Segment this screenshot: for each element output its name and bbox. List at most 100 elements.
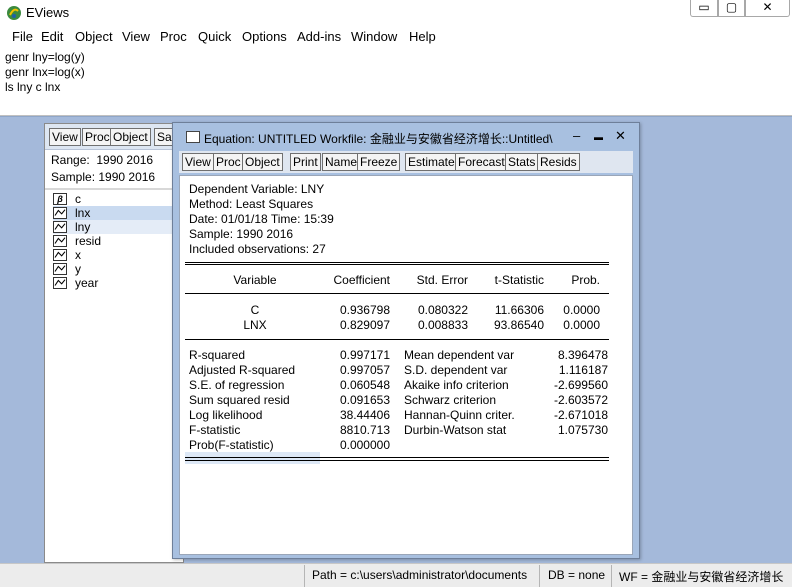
- close-icon: ✕: [762, 0, 773, 14]
- stat-value: -2.603572: [553, 393, 608, 407]
- command-window[interactable]: genr lny=log(y) genr lnx=log(x) ls lny c…: [0, 46, 792, 116]
- stat-value: 0.091653: [339, 393, 390, 407]
- equation-maximize-icon[interactable]: ▬: [594, 132, 603, 142]
- column-header: t-Statistic: [494, 273, 544, 287]
- estimation-sample: Sample: 1990 2016: [189, 227, 294, 241]
- workfile-object[interactable]: x: [53, 248, 183, 262]
- close-button[interactable]: ✕: [745, 0, 790, 17]
- menu-bar: File Edit Object View Proc Quick Options…: [0, 26, 792, 46]
- maximize-icon: ▢: [725, 0, 738, 14]
- stat-value: 0.060548: [339, 378, 390, 392]
- workfile-window[interactable]: View Proc Object Sa Range: 1990 2016 Sam…: [44, 123, 184, 563]
- eq-stats-button[interactable]: Stats: [505, 153, 539, 171]
- workfile-object-button[interactable]: Object: [110, 128, 151, 146]
- eq-proc-button[interactable]: Proc: [213, 153, 244, 171]
- menu-view[interactable]: View: [122, 29, 150, 44]
- stat-value: 0.997171: [339, 348, 390, 362]
- eq-name-button[interactable]: Name: [322, 153, 361, 171]
- std-error: 0.008833: [417, 318, 468, 332]
- included-observations: Included observations: 27: [189, 242, 326, 256]
- workfile-object[interactable]: lnx: [53, 206, 183, 220]
- coef-value: 0.829097: [339, 318, 390, 332]
- stat-label: S.E. of regression: [189, 378, 285, 392]
- stat-value: 38.44406: [339, 408, 390, 422]
- column-header: Variable: [233, 273, 277, 287]
- eq-resids-button[interactable]: Resids: [537, 153, 580, 171]
- eq-estimate-button[interactable]: Estimate: [405, 153, 458, 171]
- range-label: Range:: [51, 153, 90, 167]
- status-path: Path = c:\users\administrator\documents: [312, 568, 528, 582]
- t-statistic: 11.66306: [494, 303, 544, 317]
- stat-label: Prob(F-statistic): [189, 438, 274, 452]
- divider: [185, 264, 609, 265]
- sample-label: Sample:: [51, 170, 96, 184]
- workfile-view-button[interactable]: View: [49, 128, 81, 146]
- stat-value: 1.075730: [557, 423, 608, 437]
- stat-value: 0.997057: [339, 363, 390, 377]
- menu-window[interactable]: Window: [351, 29, 397, 44]
- stat-value: -2.671018: [553, 408, 608, 422]
- menu-addins[interactable]: Add-ins: [297, 29, 341, 44]
- t-statistic: 93.86540: [493, 318, 544, 332]
- stat-label: Adjusted R-squared: [189, 363, 296, 377]
- workfile-object[interactable]: β c: [53, 192, 183, 206]
- divider: [185, 460, 609, 461]
- workfile-sample[interactable]: Sample: 1990 2016: [51, 170, 155, 184]
- eq-print-button[interactable]: Print: [290, 153, 321, 171]
- workfile-object[interactable]: year: [53, 276, 183, 290]
- workfile-object[interactable]: lny: [53, 220, 183, 234]
- stat-label: Mean dependent var: [404, 348, 515, 362]
- divider: [185, 293, 609, 294]
- status-db: DB = none: [548, 568, 606, 582]
- equation-window[interactable]: Equation: UNTITLED Workfile: 金融业与安徽省经济增长…: [172, 122, 640, 559]
- menu-quick[interactable]: Quick: [198, 29, 231, 44]
- equation-close-icon[interactable]: ✕: [615, 128, 626, 144]
- menu-help[interactable]: Help: [409, 29, 436, 44]
- stat-label: Durbin-Watson stat: [404, 423, 507, 437]
- minimize-button[interactable]: ▭: [690, 0, 718, 17]
- divider: [45, 188, 183, 190]
- object-name: year: [75, 276, 99, 290]
- object-name: c: [75, 192, 81, 206]
- object-name: lny: [75, 220, 91, 234]
- sample-value: 1990 2016: [98, 170, 156, 184]
- workfile-proc-button[interactable]: Proc: [82, 128, 113, 146]
- equation-toolbar: View Proc Object Print Name Freeze Estim…: [179, 151, 633, 173]
- object-name: x: [75, 248, 81, 262]
- eq-view-button[interactable]: View: [182, 153, 214, 171]
- menu-edit[interactable]: Edit: [41, 29, 63, 44]
- menu-proc[interactable]: Proc: [160, 29, 187, 44]
- menu-object[interactable]: Object: [75, 29, 113, 44]
- stat-value: 0.000000: [339, 438, 390, 452]
- equation-minimize-icon[interactable]: ‒: [573, 128, 580, 143]
- workfile-object[interactable]: y: [53, 262, 183, 276]
- coef-value: 0.936798: [339, 303, 390, 317]
- workfile-object[interactable]: resid: [53, 234, 183, 248]
- equation-output: Dependent Variable: LNY Method: Least Sq…: [179, 175, 633, 555]
- range-value: 1990 2016: [96, 153, 154, 167]
- beta-icon: β: [53, 193, 67, 205]
- status-workfile: WF = 金融业与安徽省经济增长: [619, 570, 784, 584]
- coef-var: LNX: [243, 318, 267, 332]
- equation-title-bar[interactable]: Equation: UNTITLED Workfile: 金融业与安徽省经济增长…: [173, 123, 639, 151]
- column-header: Std. Error: [416, 273, 468, 287]
- workfile-range[interactable]: Range: 1990 2016: [51, 153, 153, 167]
- estimation-date: Date: 01/01/18 Time: 15:39: [189, 212, 334, 226]
- divider: [185, 457, 609, 458]
- stat-label: R-squared: [189, 348, 246, 362]
- column-header: Prob.: [571, 273, 600, 287]
- menu-options[interactable]: Options: [242, 29, 287, 44]
- divider: [539, 565, 540, 587]
- estimation-method: Method: Least Squares: [189, 197, 314, 211]
- dependent-variable: Dependent Variable: LNY: [189, 182, 325, 196]
- divider: [185, 339, 609, 340]
- app-title: EViews: [26, 5, 70, 20]
- stat-value: 8810.713: [339, 423, 390, 437]
- stat-label: S.D. dependent var: [404, 363, 508, 377]
- eq-freeze-button[interactable]: Freeze: [357, 153, 401, 171]
- menu-file[interactable]: File: [12, 29, 33, 44]
- object-name: y: [75, 262, 81, 276]
- eq-object-button[interactable]: Object: [242, 153, 283, 171]
- maximize-button[interactable]: ▢: [718, 0, 745, 17]
- eq-forecast-button[interactable]: Forecast: [455, 153, 508, 171]
